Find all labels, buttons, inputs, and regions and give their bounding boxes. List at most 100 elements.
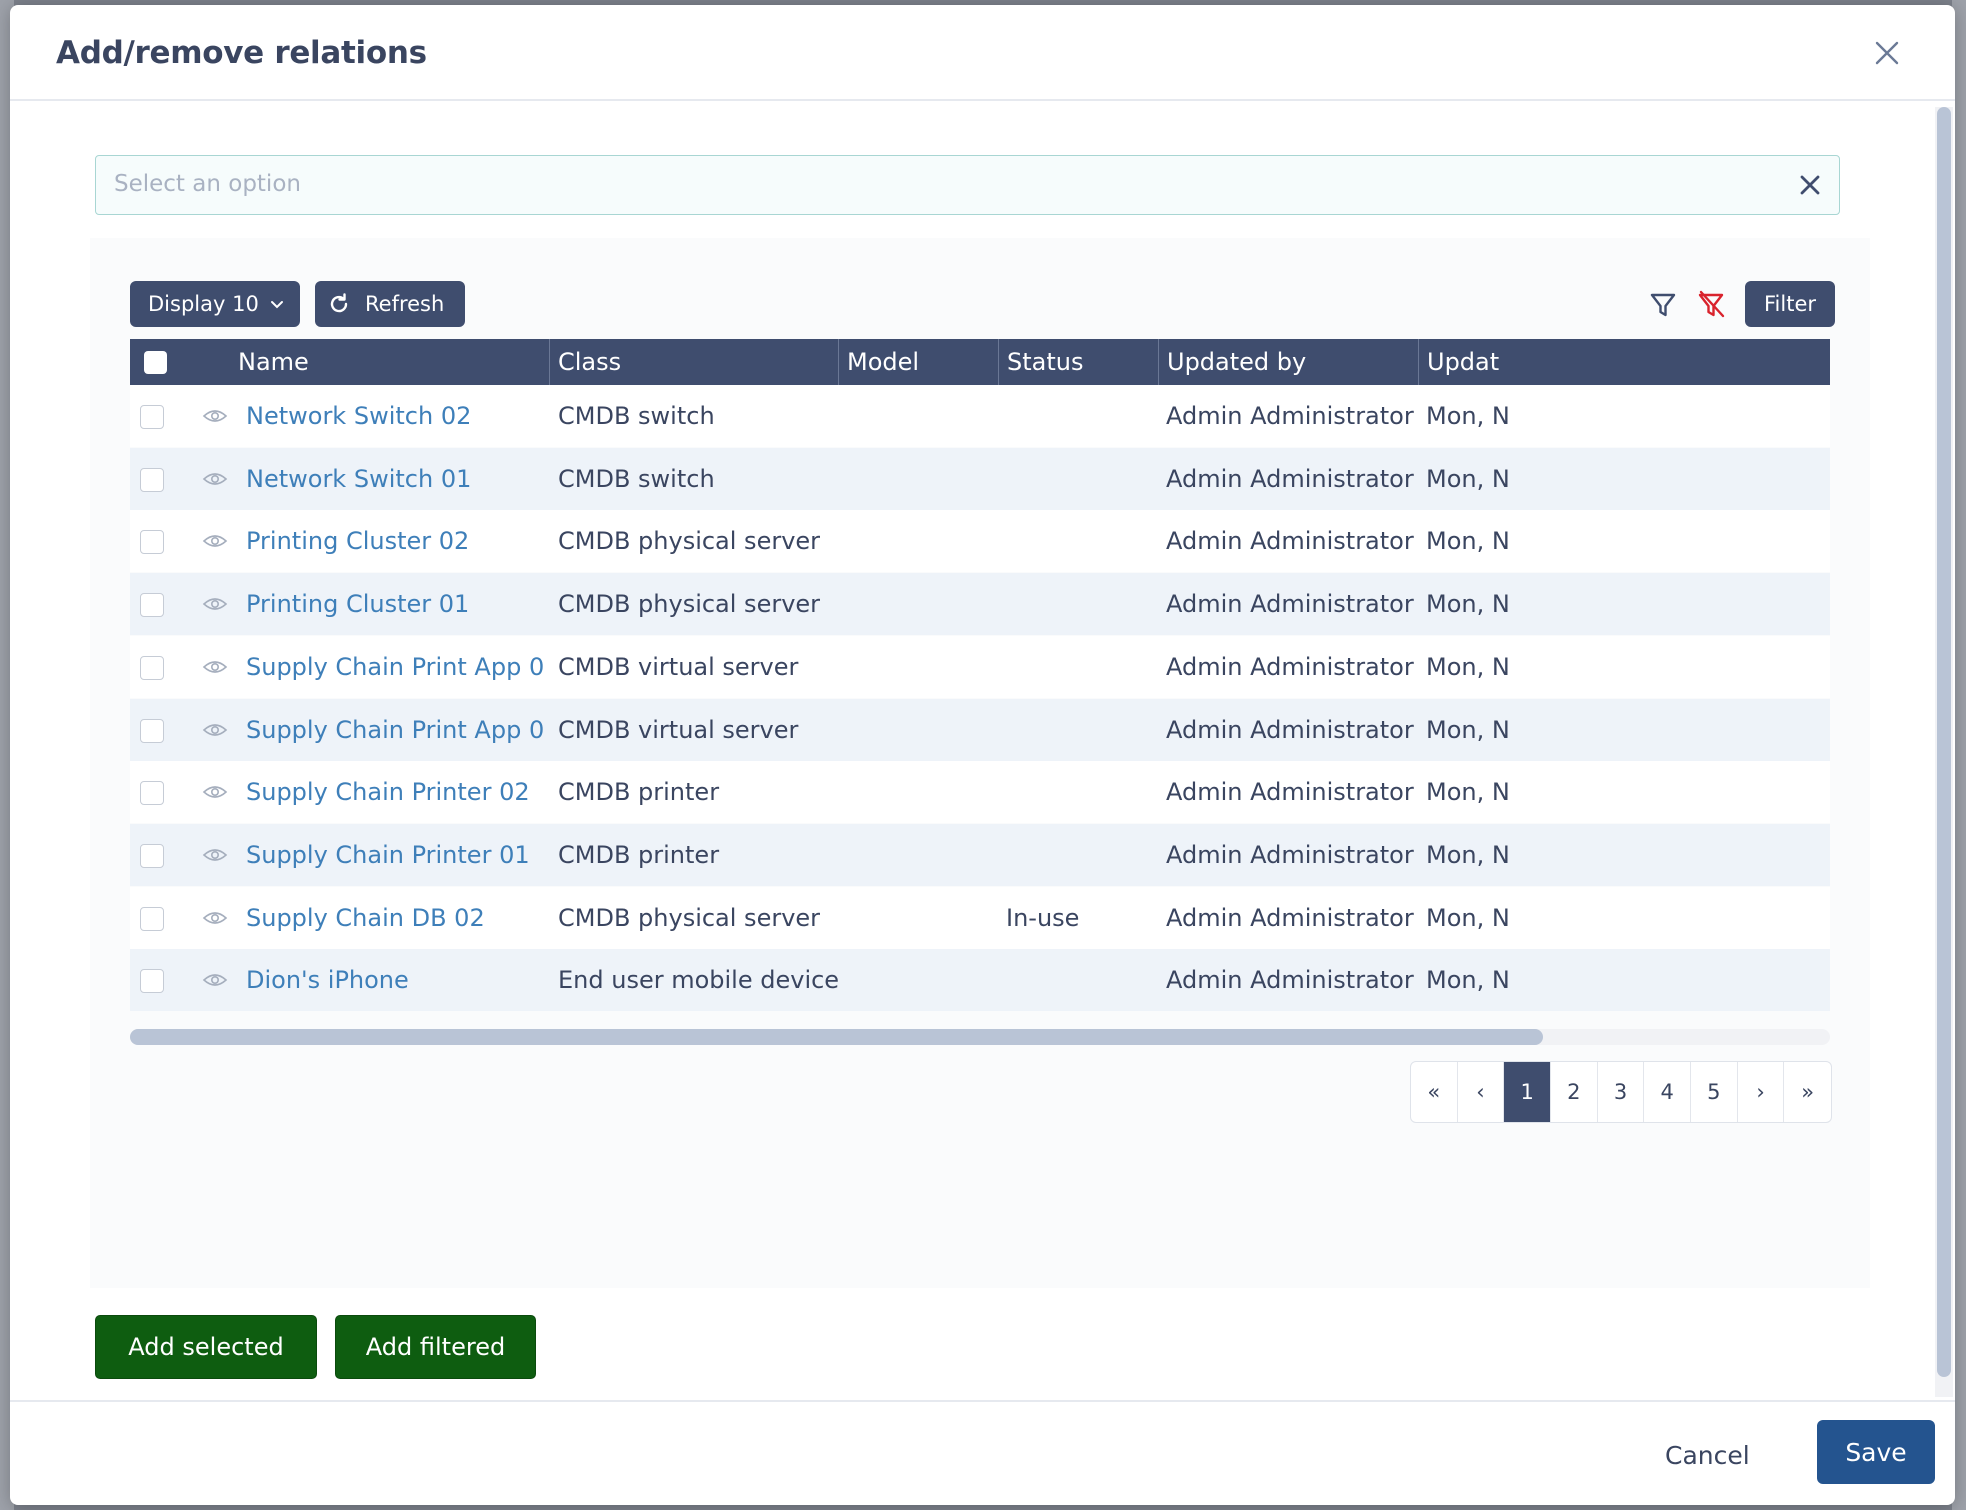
- clear-icon[interactable]: [1797, 172, 1823, 198]
- horizontal-scrollbar[interactable]: [130, 1029, 1830, 1045]
- table-row[interactable]: Supply Chain Print App 01 CMDB virtual se…: [130, 698, 1830, 761]
- select-all-checkbox[interactable]: [144, 351, 167, 374]
- row-checkbox[interactable]: [140, 655, 164, 680]
- table-row[interactable]: Printing Cluster 02 CMDB physical server A…: [130, 510, 1830, 573]
- cell-name[interactable]: Printing Cluster 01: [246, 573, 546, 635]
- table-row[interactable]: Dion's iPhone End user mobile device Admin…: [130, 949, 1830, 1012]
- cell-name[interactable]: Supply Chain DB 02: [246, 887, 546, 949]
- eye-icon[interactable]: [202, 783, 228, 801]
- row-checkbox[interactable]: [140, 781, 164, 806]
- column-header-updated-by[interactable]: Updated by: [1159, 339, 1419, 385]
- cell-status: [1006, 636, 1156, 698]
- cell-status: In-use: [1006, 903, 1080, 932]
- cell-updated: Mon, N: [1426, 966, 1510, 995]
- table-row[interactable]: Network Switch 01 CMDB switch Admin Admini…: [130, 447, 1830, 510]
- cell-model: [846, 448, 996, 510]
- cell-updated: Mon, N: [1426, 590, 1510, 619]
- relation-select[interactable]: Select an option: [95, 155, 1840, 215]
- table-row[interactable]: Supply Chain Print App 02 CMDB virtual se…: [130, 635, 1830, 698]
- dialog-scrollbar[interactable]: [1935, 107, 1953, 1397]
- column-header-class[interactable]: Class: [550, 339, 839, 385]
- dialog-scrollbar-thumb[interactable]: [1937, 107, 1951, 1377]
- cell-class: CMDB printer: [558, 778, 720, 807]
- cell-name[interactable]: Supply Chain Print App 02: [246, 636, 546, 698]
- first-page-button[interactable]: «: [1411, 1062, 1458, 1122]
- add-selected-button[interactable]: Add selected: [95, 1315, 317, 1379]
- cell-status: [1006, 949, 1156, 1011]
- page-button-3[interactable]: 3: [1598, 1062, 1645, 1122]
- column-header-status[interactable]: Status: [999, 339, 1159, 385]
- table-row[interactable]: Supply Chain Printer 01 CMDB printer Admin…: [130, 823, 1830, 886]
- filter-clear-icon[interactable]: [1695, 289, 1727, 321]
- row-checkbox[interactable]: [140, 969, 164, 994]
- next-page-button[interactable]: ›: [1738, 1062, 1785, 1122]
- row-checkbox[interactable]: [140, 906, 164, 931]
- eye-icon[interactable]: [202, 658, 228, 676]
- dialog-title: Add/remove relations: [56, 35, 427, 71]
- row-checkbox[interactable]: [140, 718, 164, 743]
- cell-model: [846, 699, 996, 761]
- last-page-button[interactable]: »: [1784, 1062, 1831, 1122]
- eye-icon[interactable]: [202, 532, 228, 550]
- cell-model: [846, 510, 996, 572]
- refresh-button[interactable]: Refresh: [315, 281, 465, 327]
- page-button-4[interactable]: 4: [1644, 1062, 1692, 1122]
- column-header-name[interactable]: Name: [230, 339, 550, 385]
- cell-updated: Mon, N: [1426, 715, 1510, 744]
- cell-updated: Mon, N: [1426, 402, 1510, 430]
- eye-icon[interactable]: [202, 909, 228, 927]
- cell-name[interactable]: Supply Chain Printer 02: [246, 761, 546, 823]
- cell-class: End user mobile device: [558, 966, 838, 995]
- dialog-footer: Cancel Save: [10, 1400, 1955, 1505]
- cell-name[interactable]: Printing Cluster 02: [246, 510, 546, 572]
- cell-updated-by: Admin Administrator: [1166, 778, 1414, 807]
- row-checkbox[interactable]: [140, 843, 164, 868]
- row-checkbox[interactable]: [140, 467, 164, 492]
- cell-name[interactable]: Network Switch 01: [246, 448, 546, 510]
- cell-name[interactable]: Supply Chain Print App 01: [246, 699, 546, 761]
- cell-status: [1006, 510, 1156, 572]
- row-checkbox[interactable]: [140, 530, 164, 555]
- row-checkbox[interactable]: [140, 593, 164, 618]
- eye-icon[interactable]: [202, 971, 228, 989]
- close-icon: [1875, 41, 1899, 65]
- cell-status: [1006, 448, 1156, 510]
- add-filtered-button[interactable]: Add filtered: [335, 1315, 536, 1379]
- eye-icon[interactable]: [202, 407, 228, 425]
- close-button[interactable]: [1869, 35, 1905, 71]
- page-button-2[interactable]: 2: [1551, 1062, 1598, 1122]
- table-row[interactable]: Supply Chain Printer 02 CMDB printer Admin…: [130, 761, 1830, 824]
- display-count-button[interactable]: Display 10: [130, 281, 300, 327]
- column-header-model[interactable]: Model: [839, 339, 999, 385]
- save-button[interactable]: Save: [1817, 1420, 1935, 1484]
- row-checkbox[interactable]: [140, 405, 164, 429]
- table-row[interactable]: Network Switch 02 CMDB switch Admin Admini…: [130, 385, 1830, 447]
- cell-updated-by: Admin Administrator: [1166, 590, 1414, 619]
- page-button-5[interactable]: 5: [1691, 1062, 1738, 1122]
- cell-name[interactable]: Dion's iPhone: [246, 949, 546, 1011]
- cell-model: [846, 385, 996, 447]
- eye-icon[interactable]: [202, 595, 228, 613]
- filter-icon[interactable]: [1647, 289, 1679, 321]
- prev-page-button[interactable]: ‹: [1458, 1062, 1505, 1122]
- cell-status: [1006, 385, 1156, 447]
- cell-name[interactable]: Supply Chain Printer 01: [246, 824, 546, 886]
- cell-name[interactable]: Network Switch 02: [246, 385, 546, 447]
- cell-status: [1006, 573, 1156, 635]
- relations-dialog: Add/remove relations Select an option Di…: [10, 5, 1955, 1505]
- page-button-1[interactable]: 1: [1504, 1062, 1552, 1122]
- cell-updated-by: Admin Administrator: [1166, 402, 1414, 430]
- cell-class: CMDB switch: [558, 402, 715, 430]
- table-row[interactable]: Printing Cluster 01 CMDB physical server A…: [130, 573, 1830, 636]
- filter-button[interactable]: Filter: [1745, 281, 1835, 327]
- cell-class: CMDB physical server: [558, 590, 821, 619]
- table-row[interactable]: Supply Chain DB 02 CMDB physical server In…: [130, 886, 1830, 949]
- eye-icon[interactable]: [202, 721, 228, 739]
- cell-model: [846, 636, 996, 698]
- eye-icon[interactable]: [202, 470, 228, 488]
- eye-icon[interactable]: [202, 846, 228, 864]
- cell-model: [846, 949, 996, 1011]
- column-header-updated[interactable]: Updat: [1419, 339, 1539, 385]
- horizontal-scrollbar-thumb[interactable]: [130, 1029, 1543, 1045]
- cancel-button[interactable]: Cancel: [1665, 1436, 1750, 1476]
